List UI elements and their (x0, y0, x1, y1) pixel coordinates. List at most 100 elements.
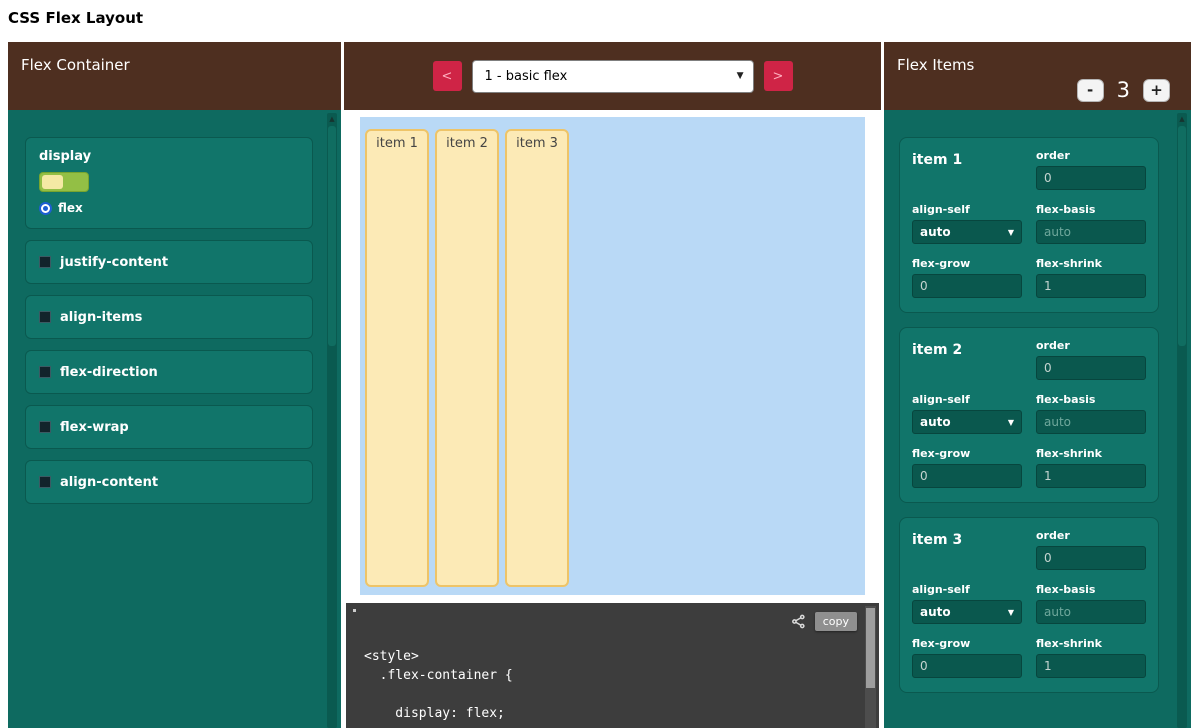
flex-radio-row[interactable]: flex (39, 201, 299, 215)
flex-grow-field: flex-grow (912, 257, 1022, 298)
scrollbar-thumb[interactable] (328, 126, 336, 346)
flex-basis-input[interactable] (1036, 220, 1146, 244)
flex-item: item 2 (435, 129, 499, 587)
display-toggle[interactable] (39, 172, 89, 192)
code-panel: copy <style> .flex-container { display: … (346, 603, 879, 728)
flex-items-header: Flex Items - 3 + (884, 42, 1191, 110)
flex-shrink-input[interactable] (1036, 654, 1146, 678)
scrollbar-thumb[interactable] (1178, 126, 1186, 346)
flex-basis-label: flex-basis (1036, 203, 1146, 216)
flex-grow-input[interactable] (912, 274, 1022, 298)
next-example-button[interactable]: > (764, 61, 793, 91)
left-scrollbar[interactable]: ▲ (327, 113, 337, 728)
flex-radio-label: flex (58, 201, 83, 215)
example-select[interactable]: 1 - basic flex ▼ (472, 60, 754, 93)
chevron-down-icon: ▼ (1008, 418, 1014, 427)
code-scrollbar[interactable] (865, 606, 876, 728)
flex-basis-field: flex-basis (1036, 583, 1146, 624)
example-nav: < 1 - basic flex ▼ > (344, 42, 881, 110)
right-scrollbar[interactable]: ▲ (1177, 113, 1187, 728)
flex-basis-label: flex-basis (1036, 583, 1146, 596)
prev-example-button[interactable]: < (433, 61, 462, 91)
order-label: order (1036, 149, 1146, 162)
order-field: order (1036, 149, 1146, 190)
flex-direction-checkbox[interactable] (39, 366, 51, 378)
code-tools: copy (791, 612, 857, 631)
align-content-checkbox[interactable] (39, 476, 51, 488)
flex-shrink-input[interactable] (1036, 464, 1146, 488)
flex-items-body: item 1 order align-self auto ▼ flex-basi… (884, 110, 1191, 728)
align-self-value: auto (920, 415, 951, 429)
remove-item-button[interactable]: - (1077, 79, 1104, 102)
item-count: 3 (1117, 78, 1130, 102)
flex-grow-input[interactable] (912, 464, 1022, 488)
flex-shrink-field: flex-shrink (1036, 257, 1146, 298)
flex-radio[interactable] (39, 202, 52, 215)
item-card-title: item 2 (912, 339, 1022, 380)
scroll-up-icon[interactable]: ▲ (327, 113, 337, 125)
flex-wrap-checkbox[interactable] (39, 421, 51, 433)
order-label: order (1036, 339, 1146, 352)
code-caret-dot (353, 609, 356, 612)
align-self-select[interactable]: auto ▼ (912, 600, 1022, 624)
flex-basis-input[interactable] (1036, 410, 1146, 434)
order-field: order (1036, 339, 1146, 380)
item-card: item 1 order align-self auto ▼ flex-basi… (899, 137, 1159, 313)
option-flex-direction[interactable]: flex-direction (25, 350, 313, 394)
item-card: item 3 order align-self auto ▼ flex-basi… (899, 517, 1159, 693)
scroll-up-icon[interactable]: ▲ (1177, 113, 1187, 125)
share-icon[interactable] (791, 614, 806, 629)
option-flex-wrap[interactable]: flex-wrap (25, 405, 313, 449)
flex-grow-label: flex-grow (912, 637, 1022, 650)
align-self-label: align-self (912, 203, 1022, 216)
flex-shrink-input[interactable] (1036, 274, 1146, 298)
flex-items-panel: Flex Items - 3 + item 1 order align-se (884, 42, 1191, 728)
copy-button[interactable]: copy (815, 612, 857, 631)
align-self-field: align-self auto ▼ (912, 393, 1022, 434)
flex-grow-label: flex-grow (912, 447, 1022, 460)
option-label: align-items (60, 310, 142, 325)
option-align-items[interactable]: align-items (25, 295, 313, 339)
page-title: CSS Flex Layout (8, 9, 143, 27)
display-label: display (39, 149, 299, 164)
code-line (364, 685, 849, 704)
flex-grow-field: flex-grow (912, 447, 1022, 488)
align-self-field: align-self auto ▼ (912, 583, 1022, 624)
item-card-title: item 3 (912, 529, 1022, 570)
align-self-label: align-self (912, 393, 1022, 406)
align-self-value: auto (920, 605, 951, 619)
chevron-down-icon: ▼ (1008, 608, 1014, 617)
flex-container-header: Flex Container (8, 42, 341, 110)
example-select-value: 1 - basic flex (485, 69, 568, 84)
code-line: .flex-container { (364, 666, 849, 685)
flex-grow-field: flex-grow (912, 637, 1022, 678)
flex-item: item 3 (505, 129, 569, 587)
chevron-down-icon: ▼ (737, 71, 744, 81)
order-field: order (1036, 529, 1146, 570)
option-justify-content[interactable]: justify-content (25, 240, 313, 284)
flex-shrink-label: flex-shrink (1036, 257, 1146, 270)
flex-container-title: Flex Container (21, 56, 130, 74)
align-items-checkbox[interactable] (39, 311, 51, 323)
display-card: display flex (25, 137, 313, 229)
order-input[interactable] (1036, 356, 1146, 380)
align-self-select[interactable]: auto ▼ (912, 220, 1022, 244)
order-input[interactable] (1036, 546, 1146, 570)
option-align-content[interactable]: align-content (25, 460, 313, 504)
justify-content-checkbox[interactable] (39, 256, 51, 268)
item-count-controls: - 3 + (1077, 78, 1170, 102)
flex-basis-input[interactable] (1036, 600, 1146, 624)
flex-grow-label: flex-grow (912, 257, 1022, 270)
add-item-button[interactable]: + (1143, 79, 1170, 102)
flex-basis-field: flex-basis (1036, 393, 1146, 434)
flex-preview-container: item 1 item 2 item 3 (360, 117, 865, 595)
flex-grow-input[interactable] (912, 654, 1022, 678)
option-label: align-content (60, 475, 158, 490)
flex-container-panel: Flex Container display flex justify-cont… (8, 42, 341, 728)
scrollbar-thumb[interactable] (866, 608, 875, 688)
option-label: justify-content (60, 255, 168, 270)
flex-basis-field: flex-basis (1036, 203, 1146, 244)
item-card: item 2 order align-self auto ▼ flex-basi… (899, 327, 1159, 503)
align-self-select[interactable]: auto ▼ (912, 410, 1022, 434)
order-input[interactable] (1036, 166, 1146, 190)
